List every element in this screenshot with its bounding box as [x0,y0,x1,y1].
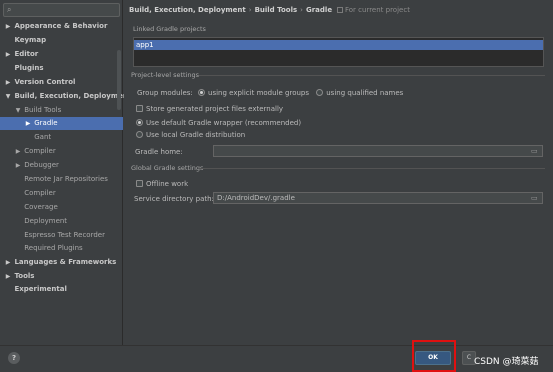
gradle-settings-panel: Build, Execution, Deployment › Build Tools… [124,0,553,345]
tree-item-label: Coverage [24,203,58,211]
tree-item-label: Compiler [24,189,56,197]
radio-explicit-groups[interactable] [198,89,206,96]
tree-item-label: Deployment [24,217,68,225]
tree-item-label: Appearance & Behavior [14,22,108,30]
radio-qualified-label[interactable]: using qualified names [326,89,403,97]
tree-item-label: Keymap [14,36,47,44]
folder-icon[interactable]: ▭ [531,147,540,155]
tree-item-gant[interactable]: Gant [0,131,123,144]
use-local-row[interactable]: Use local Gradle distribution [136,131,245,139]
tree-item-label: Experimental [14,285,67,293]
tree-item-coverage[interactable]: Coverage [0,201,123,214]
store-externally-row[interactable]: Store generated project files externally [136,105,283,113]
ok-highlight-box [412,340,456,372]
radio-qualified-names[interactable] [316,89,324,96]
offline-work-row[interactable]: Offline work [136,180,188,188]
expand-arrow-icon: ▼ [15,107,21,114]
radio-use-local[interactable] [136,131,143,138]
store-externally-checkbox[interactable] [136,105,143,112]
tree-item-label: Languages & Frameworks [14,258,117,266]
expand-arrow-icon: ▶ [5,23,11,30]
store-externally-label: Store generated project files externally [146,105,284,113]
tree-item-label: Tools [14,272,35,280]
service-dir-field[interactable]: D:/AndroidDev/.gradle ▭ [213,192,543,204]
scope-label: For current project [337,6,410,14]
radio-use-wrapper[interactable] [136,119,143,126]
use-wrapper-label: Use default Gradle wrapper (recommended) [146,119,302,127]
offline-work-checkbox[interactable] [136,180,143,187]
breadcrumb-part: Gradle [305,6,333,14]
tree-item-editor[interactable]: ▶ Editor [0,48,123,61]
tree-item-gradle[interactable]: ▶ Gradle [0,117,123,130]
tree-item-label: Editor [14,50,39,58]
tree-item-required-plugins[interactable]: Required Plugins [0,242,123,255]
watermark-text: CSDN @琦菜菇 [474,357,539,367]
linked-projects-title: Linked Gradle projects [133,25,206,33]
breadcrumb-part: Build, Execution, Deployment [129,6,246,14]
tree-item-plugins[interactable]: Plugins [0,62,123,75]
gradle-home-label: Gradle home: [135,148,183,156]
tree-item-build-tools[interactable]: ▼ Build Tools [0,104,123,117]
breadcrumb-separator: › [300,6,303,14]
project-settings-title: Project-level settings [131,71,200,79]
magnifier-icon: ⌕ [7,5,12,14]
expand-arrow-icon: ▶ [5,51,11,58]
settings-search-input[interactable]: ⌕ [3,3,120,17]
expand-arrow-icon: ▼ [5,93,11,100]
tree-item-remote-jar[interactable]: Remote Jar Repositories [0,173,123,186]
tree-item-experimental[interactable]: Experimental [0,283,123,296]
tree-item-compiler[interactable]: ▶ Compiler [0,145,123,158]
tree-item-tools[interactable]: ▶ Tools [0,270,123,283]
gradle-home-field[interactable]: ▭ [213,145,543,157]
expand-arrow-icon: ▶ [25,120,31,127]
help-button[interactable]: ? [8,352,20,364]
linked-projects-list[interactable]: app1 [133,37,544,67]
offline-work-label: Offline work [146,180,189,188]
tree-item-label: Espresso Test Recorder [24,231,105,239]
tree-item-label: Required Plugins [24,244,83,252]
scope-text: For current project [345,6,410,14]
tree-item-label: Remote Jar Repositories [24,175,108,183]
group-modules-row: Group modules: using explicit module gro… [137,89,403,97]
settings-sidebar: ⌕ ▶ Appearance & Behavior Keymap ▶ Edito… [0,0,132,345]
tree-item-label: Build Tools [24,106,62,114]
use-wrapper-row[interactable]: Use default Gradle wrapper (recommended) [136,119,301,127]
breadcrumb: Build, Execution, Deployment › Build Tools… [129,5,332,16]
group-modules-label: Group modules: [137,89,193,97]
tree-item-label: Debugger [24,161,59,169]
section-divider [199,75,545,76]
expand-arrow-icon: ▶ [5,79,11,86]
tree-item-version-control[interactable]: ▶ Version Control [0,76,123,89]
expand-arrow-icon: ▶ [5,273,11,280]
service-dir-label: Service directory path: [134,195,214,203]
tree-item-espresso[interactable]: Espresso Test Recorder [0,229,123,242]
breadcrumb-separator: › [248,6,252,14]
service-dir-value: D:/AndroidDev/.gradle [217,194,295,202]
tree-item-label: Build, Execution, Deployment [14,92,132,100]
section-divider [199,168,545,169]
tree-item-debugger[interactable]: ▶ Debugger [0,159,123,172]
tree-item-deployment[interactable]: Deployment [0,215,123,228]
tree-item-keymap[interactable]: Keymap [0,34,123,47]
use-local-label: Use local Gradle distribution [146,131,246,139]
tree-item-languages[interactable]: ▶ Languages & Frameworks [0,256,123,269]
tree-item-label: Plugins [14,64,44,72]
tree-item-compiler-2[interactable]: Compiler [0,187,123,200]
tree-item-label: Version Control [14,78,76,86]
radio-explicit-label[interactable]: using explicit module groups [208,89,309,97]
sidebar-scrollbar[interactable] [117,50,121,110]
expand-arrow-icon: ▶ [15,148,21,155]
tree-item-label: Gradle [34,119,58,127]
tree-item-label: Compiler [24,147,56,155]
folder-icon[interactable]: ▭ [531,194,540,202]
project-scope-icon [337,7,343,13]
list-item[interactable]: app1 [134,40,543,50]
tree-item-appearance[interactable]: ▶ Appearance & Behavior [0,20,123,33]
breadcrumb-part: Build Tools [254,6,298,14]
global-settings-title: Global Gradle settings [131,164,204,172]
expand-arrow-icon: ▶ [5,259,11,266]
tree-item-build-execution[interactable]: ▼ Build, Execution, Deployment [0,90,132,103]
expand-arrow-icon: ▶ [15,162,21,169]
tree-item-label: Gant [34,133,52,141]
